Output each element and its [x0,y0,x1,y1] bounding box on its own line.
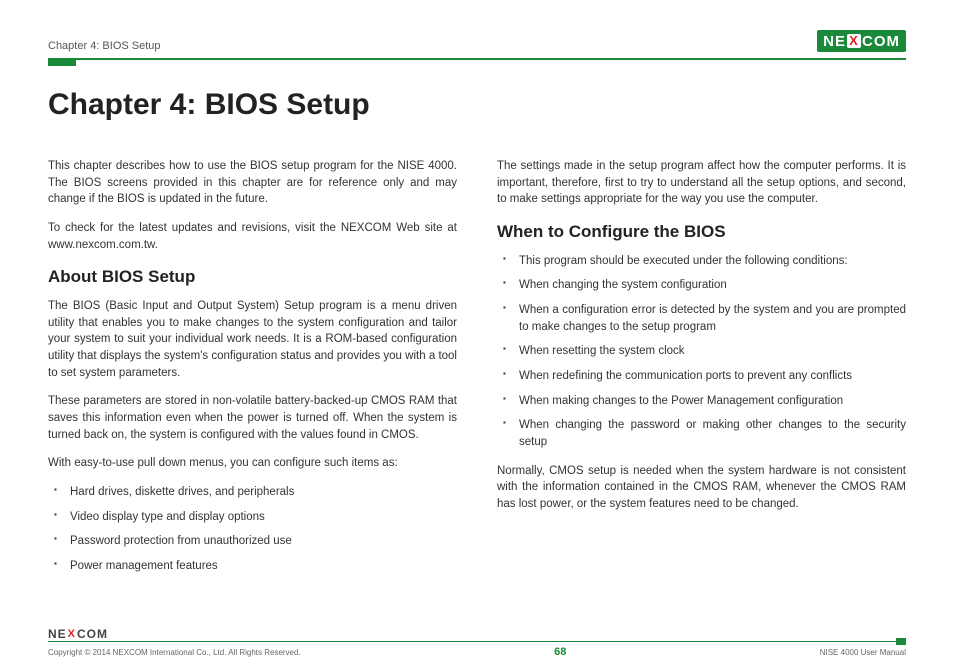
list-item: Power management features [60,558,457,575]
right-column: The settings made in the setup program a… [497,158,906,587]
footer-logo-left: NE [48,627,67,641]
list-item: When a configuration error is detected b… [509,302,906,335]
intro-p2: To check for the latest updates and revi… [48,220,457,253]
content-columns: This chapter describes how to use the BI… [48,158,906,587]
nexcom-logo: NE X COM [817,30,906,52]
list-item: This program should be executed under th… [509,253,906,270]
list-item: When making changes to the Power Managem… [509,393,906,410]
list-item: When changing the password or making oth… [509,417,906,450]
list-item: Password protection from unauthorized us… [60,533,457,550]
doc-name: NISE 4000 User Manual [820,648,906,657]
copyright-text: Copyright © 2014 NEXCOM International Co… [48,648,301,657]
list-item: When resetting the system clock [509,343,906,360]
when-list: This program should be executed under th… [497,253,906,451]
about-p1: The BIOS (Basic Input and Output System)… [48,298,457,381]
chapter-label: Chapter 4: BIOS Setup [48,40,161,52]
footer-rule [48,641,906,642]
right-p1: The settings made in the setup program a… [497,158,906,208]
about-list: Hard drives, diskette drives, and periph… [48,484,457,575]
list-item: When changing the system configuration [509,277,906,294]
page-number: 68 [554,646,566,658]
right-p2: Normally, CMOS setup is needed when the … [497,463,906,513]
page-footer: NE X COM Copyright © 2014 NEXCOM Interna… [48,627,906,658]
page-header: Chapter 4: BIOS Setup NE X COM [48,24,906,52]
footer-logo-x-icon: X [68,628,76,640]
logo-part-left: NE [823,33,846,50]
about-p2: These parameters are stored in non-volat… [48,393,457,443]
about-p3: With easy-to-use pull down menus, you ca… [48,455,457,472]
logo-part-right: COM [862,33,900,50]
chapter-title: Chapter 4: BIOS Setup [48,88,906,122]
header-rule [48,58,906,60]
list-item: Video display type and display options [60,509,457,526]
footer-logo-right: COM [77,627,108,641]
left-column: This chapter describes how to use the BI… [48,158,457,587]
list-item: Hard drives, diskette drives, and periph… [60,484,457,501]
when-heading: When to Configure the BIOS [497,220,906,245]
logo-x-icon: X [847,34,861,48]
list-item: When redefining the communication ports … [509,368,906,385]
intro-p1: This chapter describes how to use the BI… [48,158,457,208]
footer-logo: NE X COM [48,627,906,641]
about-heading: About BIOS Setup [48,265,457,290]
